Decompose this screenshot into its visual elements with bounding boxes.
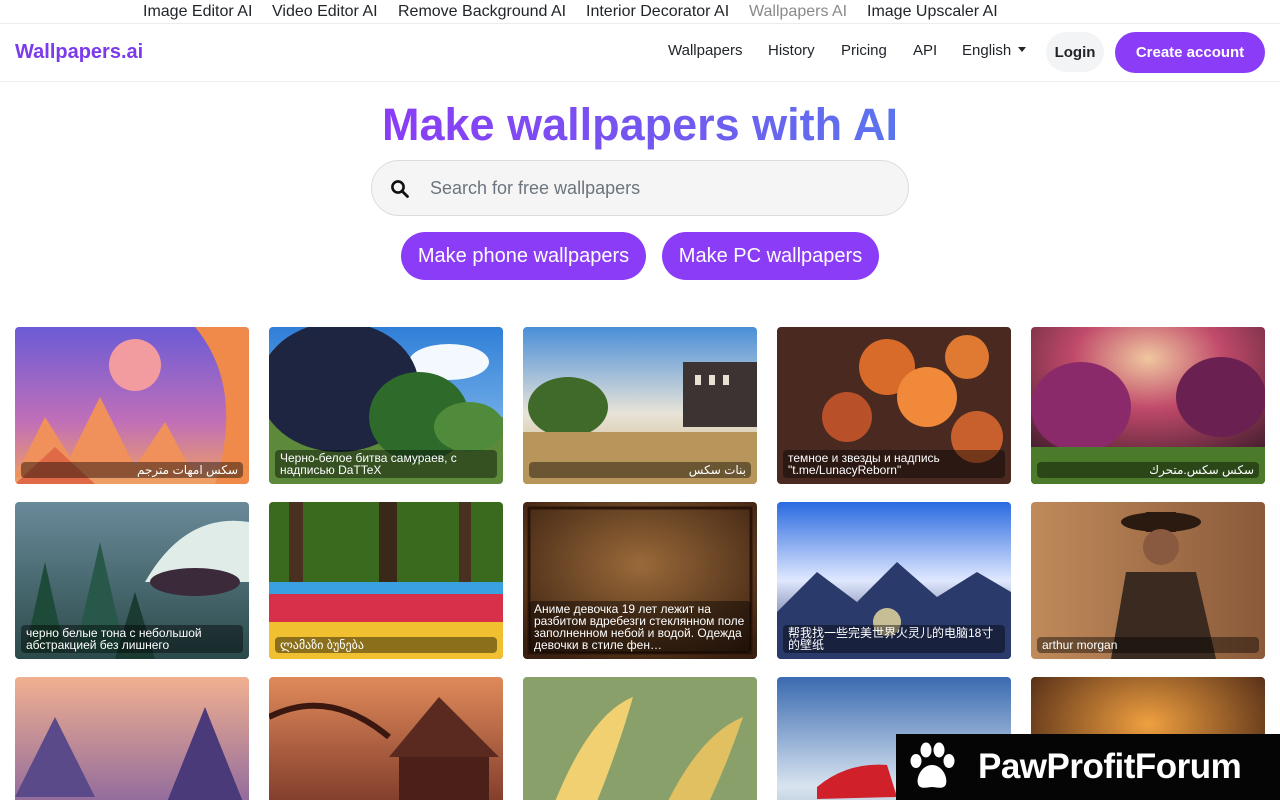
wallpaper-image <box>269 502 503 659</box>
caret-down-icon <box>1018 47 1027 52</box>
wallpaper-tile[interactable]: ლამაზი ბუნება <box>269 502 503 659</box>
nav-api[interactable]: API <box>913 42 937 59</box>
create-account-button[interactable]: Create account <box>1115 32 1265 73</box>
wallpaper-tile[interactable]: سكس امهات مترجم <box>15 327 249 484</box>
wallpaper-tile[interactable]: بنات سكس <box>523 327 757 484</box>
wallpaper-caption: 帮我找一些完美世界火灵儿的电脑18寸的壁纸 <box>783 625 1005 653</box>
wallpaper-gallery: سكس امهات مترجم Черно-белое битва самура… <box>15 327 1265 800</box>
hero-title: Make wallpapers with AI <box>0 98 1280 152</box>
make-phone-wallpapers-button[interactable]: Make phone wallpapers <box>401 232 646 280</box>
wallpaper-image <box>15 327 249 484</box>
wallpaper-tile[interactable] <box>523 677 757 800</box>
wallpaper-tile[interactable]: arthur morgan <box>1031 502 1265 659</box>
wallpaper-caption: черно белые тона с небольшой абстракцией… <box>21 625 243 653</box>
wallpaper-caption: سكس سكس.متحرك <box>1037 462 1259 478</box>
wallpaper-tile[interactable]: черно белые тона с небольшой абстракцией… <box>15 502 249 659</box>
language-label: English <box>962 42 1012 59</box>
make-pc-wallpapers-button[interactable]: Make PC wallpapers <box>662 232 879 280</box>
wallpaper-image <box>15 677 249 800</box>
hero-title-text: Make wallpapers with AI <box>382 99 898 150</box>
network-link-image-editor[interactable]: Image Editor AI <box>143 3 252 21</box>
login-button[interactable]: Login <box>1046 32 1104 72</box>
site-header: Wallpapers.ai Wallpapers History Pricing… <box>0 24 1280 82</box>
wallpaper-image <box>523 327 757 484</box>
wallpaper-caption: Черно-белое битва самураев, с надписью D… <box>275 450 497 478</box>
network-link-remove-background[interactable]: Remove Background AI <box>398 3 566 21</box>
wallpaper-caption: بنات سكس <box>529 462 751 478</box>
wallpaper-image <box>269 677 503 800</box>
wallpaper-image <box>523 677 757 800</box>
paw-icon <box>910 742 955 788</box>
wallpaper-tile[interactable]: Аниме девочка 19 лет лежит на разбитом в… <box>523 502 757 659</box>
search-box[interactable] <box>371 160 909 216</box>
wallpaper-tile[interactable]: سكس سكس.متحرك <box>1031 327 1265 484</box>
brand-logo[interactable]: Wallpapers.ai <box>15 41 143 64</box>
network-link-interior-decorator[interactable]: Interior Decorator AI <box>586 3 729 21</box>
network-link-video-editor[interactable]: Video Editor AI <box>272 3 378 21</box>
wallpaper-caption: arthur morgan <box>1037 637 1259 653</box>
network-bar: Image Editor AI Video Editor AI Remove B… <box>0 0 1280 24</box>
wallpaper-tile[interactable]: темное и звезды и надпись "t.me/LunacyRe… <box>777 327 1011 484</box>
wallpaper-tile[interactable]: 帮我找一些完美世界火灵儿的电脑18寸的壁纸 <box>777 502 1011 659</box>
nav-pricing[interactable]: Pricing <box>841 42 887 59</box>
watermark-text: PawProfitForum <box>978 747 1242 786</box>
search-input[interactable] <box>430 169 890 207</box>
wallpaper-tile[interactable] <box>15 677 249 800</box>
wallpaper-tile[interactable]: Черно-белое битва самураев, с надписью D… <box>269 327 503 484</box>
watermark-banner: PawProfitForum <box>896 734 1280 800</box>
wallpaper-image <box>1031 327 1265 484</box>
wallpaper-tile[interactable] <box>269 677 503 800</box>
language-dropdown[interactable]: English <box>962 42 1027 59</box>
wallpaper-caption: ლამაზი ბუნება <box>275 637 497 653</box>
nav-wallpapers[interactable]: Wallpapers <box>668 42 742 59</box>
network-link-image-upscaler[interactable]: Image Upscaler AI <box>867 3 998 21</box>
wallpaper-caption: Аниме девочка 19 лет лежит на разбитом в… <box>529 601 751 653</box>
wallpaper-caption: темное и звезды и надпись "t.me/LunacyRe… <box>783 450 1005 478</box>
network-link-wallpapers[interactable]: Wallpapers AI <box>749 3 847 21</box>
nav-history[interactable]: History <box>768 42 815 59</box>
wallpaper-caption: سكس امهات مترجم <box>21 462 243 478</box>
search-icon[interactable] <box>390 179 410 199</box>
wallpaper-image <box>1031 502 1265 659</box>
